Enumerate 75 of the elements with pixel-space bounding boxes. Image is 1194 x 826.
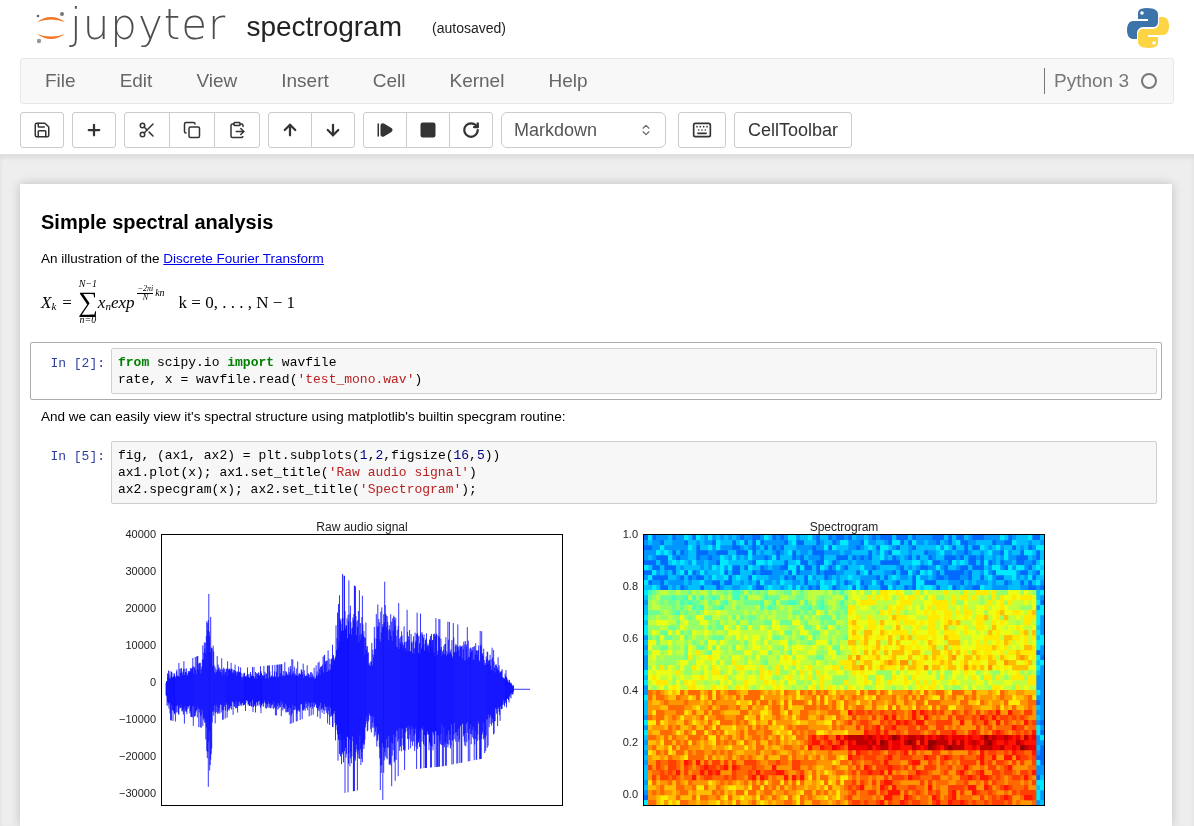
math-text: kn (155, 285, 165, 300)
code-line: fig, (ax1, ax2) = plt.subplots(1,2,figsize(16,5)) (118, 446, 502, 464)
input-prompt: In [2]: (49, 355, 106, 374)
scissors-icon (138, 121, 156, 139)
selected-code-cell[interactable]: In [2]: from scipy.io import wavfile rate, x = wavfile.read('test_mono.wav') (30, 342, 1162, 401)
math-text: N (142, 293, 148, 302)
y-tick-label: 20000 (125, 601, 156, 614)
cell-type-dropdown[interactable]: Markdown (501, 112, 666, 148)
kernel-idle-icon (1141, 73, 1157, 89)
plot-title: Spectrogram (809, 519, 879, 534)
cell-heading: Simple spectral analysis (41, 210, 275, 235)
math-text: N−1 (78, 279, 98, 290)
y-tick-label: 40000 (125, 527, 156, 540)
menu-item[interactable]: File (31, 66, 90, 96)
code-line: rate, x = wavfile.read('test_mono.wav') (118, 371, 424, 389)
stop-icon (419, 121, 437, 139)
math-text: X$_{k}$ (41, 291, 57, 315)
menu-item[interactable]: View (182, 66, 252, 96)
restart-button[interactable] (449, 112, 493, 148)
code-line: ax2.specgram(x); ax2.set_title('Spectrogram'); (118, 480, 478, 498)
cut-button[interactable] (124, 112, 170, 148)
menu-item[interactable]: Kernel (435, 66, 519, 96)
copy-button[interactable] (169, 112, 215, 148)
y-tick-label: 0.6 (622, 631, 638, 644)
menu-item[interactable]: Help (534, 66, 602, 96)
arrow-down-icon (324, 121, 342, 139)
y-tick-label: 0.0 (622, 787, 638, 800)
move-up-button[interactable] (268, 112, 312, 148)
code-line: from scipy.io import wavfile (118, 354, 338, 372)
kernel-name: Python 3 (1054, 68, 1129, 93)
stop-button[interactable] (406, 112, 450, 148)
math-text: x$_{n}$exp (97, 291, 135, 313)
restart-icon (462, 121, 480, 139)
y-tick-label: 0.4 (622, 683, 638, 696)
cell-toolbar-button[interactable]: CellToolbar (734, 112, 853, 148)
math-text: = (62, 291, 72, 314)
run-button[interactable] (363, 112, 407, 148)
save-icon (33, 121, 51, 139)
y-tick-label: 0 (149, 676, 156, 689)
math-text: −2πi (137, 284, 154, 294)
menu-item[interactable]: Insert (267, 66, 343, 96)
y-tick-label: −10000 (119, 713, 156, 726)
math-text: k = 0, . . . , N − 1 (178, 291, 296, 314)
summation-sign: ∑ (77, 289, 98, 316)
python-logo-icon (1126, 6, 1170, 50)
save-button[interactable] (20, 112, 64, 148)
y-tick-label: 30000 (125, 564, 156, 577)
paste-icon (228, 121, 246, 139)
paste-button[interactable] (214, 112, 260, 148)
input-prompt: In [5]: (49, 447, 106, 466)
save-status: (autosaved) (432, 18, 506, 38)
plus-icon (85, 121, 103, 139)
y-tick-label: −30000 (119, 787, 156, 800)
cell-paragraph: An illustration of the Discrete Fourier Transform (41, 250, 325, 268)
code-line: ax1.plot(x); ax1.set_title('Raw audio signal') (118, 463, 478, 481)
copy-icon (183, 121, 201, 139)
step-forward-icon (376, 121, 394, 139)
y-tick-label: 1.0 (622, 527, 638, 540)
plot-title: Raw audio signal (316, 519, 408, 534)
y-tick-label: 0.8 (622, 579, 638, 592)
code-editor[interactable]: from scipy.io import wavfile rate, x = wavfile.read('test_mono.wav') (111, 348, 1157, 395)
keyboard-icon (692, 120, 712, 140)
code-editor[interactable]: fig, (ax1, ax2) = plt.subplots(1,2,figsize(16,5)) ax1.plot(x); ax1.set_title('Raw audio signal') ax2.specgram(x); ax2.set_title('Spectrogram'); (111, 440, 1157, 504)
insert-cell-button[interactable] (72, 112, 116, 148)
keyboard-shortcuts-button[interactable] (678, 112, 726, 148)
y-tick-label: 0.2 (622, 735, 638, 748)
y-tick-label: −20000 (119, 750, 156, 763)
menu-item[interactable]: Cell (358, 66, 420, 96)
wiki-link[interactable]: Discrete Fourier Transform (163, 251, 324, 266)
y-tick-label: 10000 (125, 638, 156, 651)
move-down-button[interactable] (311, 112, 355, 148)
notebook-name[interactable]: spectrogram (246, 6, 402, 48)
cell-paragraph: And we can easily view it's spectral structure using matplotlib's builtin specgram routine: (41, 408, 567, 427)
menu-item[interactable]: Edit (105, 66, 167, 96)
jupyter-wordmark: jupyter (70, 4, 227, 46)
